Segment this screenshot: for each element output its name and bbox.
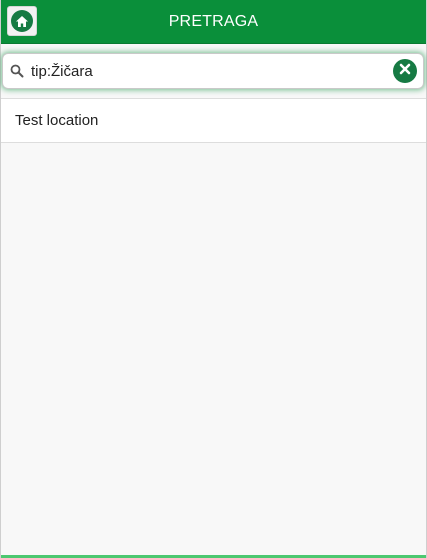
- header-bar: PRETRAGA: [1, 0, 426, 44]
- home-icon: [11, 10, 33, 32]
- list-item-label: Test location: [15, 112, 99, 129]
- search-field: [2, 53, 424, 89]
- page-title: PRETRAGA: [168, 13, 259, 30]
- search-input[interactable]: [25, 56, 393, 86]
- results-list: Test location: [1, 98, 426, 143]
- clear-search-button[interactable]: [393, 59, 417, 83]
- search-icon: [9, 63, 25, 79]
- search-bar: [1, 44, 426, 98]
- list-item[interactable]: Test location: [1, 98, 426, 143]
- app-window: PRETRAGA tip:Žičara Test location: [0, 0, 427, 558]
- home-button[interactable]: [7, 6, 37, 36]
- clear-icon: [399, 62, 411, 80]
